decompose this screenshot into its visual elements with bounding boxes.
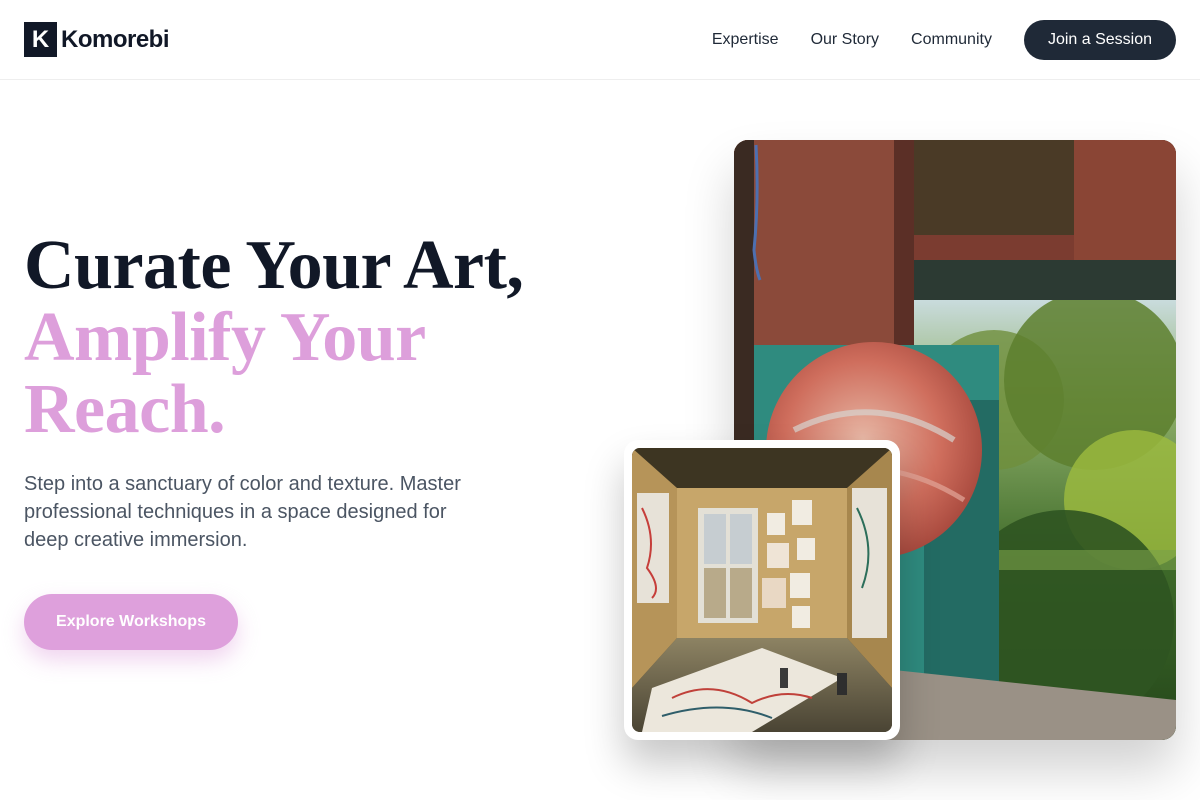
logo-mark: K xyxy=(24,22,57,57)
hero-title-line-1: Curate Your Art, xyxy=(24,227,524,304)
hero-title: Curate Your Art, Amplify Your Reach. xyxy=(24,230,624,446)
studio-interior-illustration xyxy=(632,448,892,732)
nav-link-community[interactable]: Community xyxy=(911,31,992,49)
brand-name: Komorebi xyxy=(61,25,170,53)
join-session-button[interactable]: Join a Session xyxy=(1023,20,1176,60)
main-nav: Expertise Our Story Community Join a Ses… xyxy=(712,20,1176,60)
site-header: K Komorebi Expertise Our Story Community… xyxy=(0,0,1200,80)
studio-interior-photo xyxy=(632,448,892,732)
nav-link-expertise[interactable]: Expertise xyxy=(712,31,779,49)
inset-photo-frame xyxy=(624,440,900,740)
hero-title-line-2: Amplify Your xyxy=(24,299,426,376)
hero-title-line-3: Reach. xyxy=(24,371,226,448)
hero-subtitle: Step into a sanctuary of color and textu… xyxy=(24,473,461,551)
logo[interactable]: K Komorebi xyxy=(24,22,170,57)
explore-workshops-button[interactable]: Explore Workshops xyxy=(24,594,238,650)
nav-link-our-story[interactable]: Our Story xyxy=(811,31,879,49)
